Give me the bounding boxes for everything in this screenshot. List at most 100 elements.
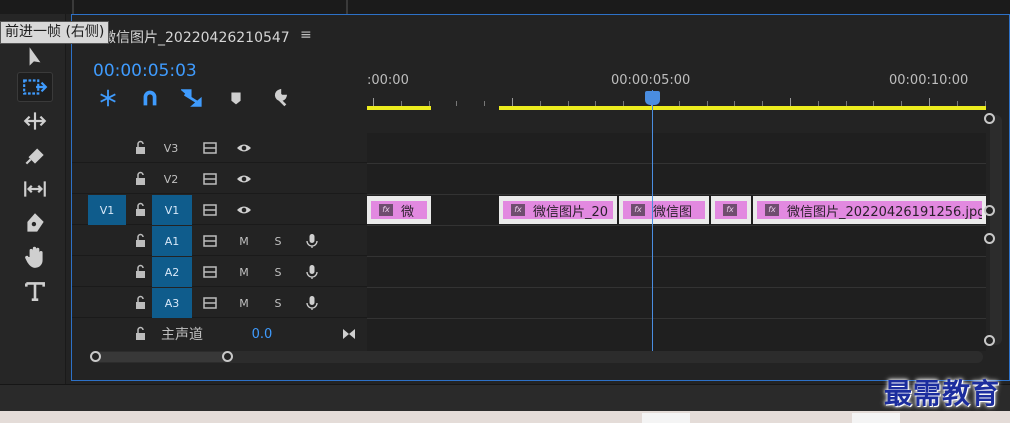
scroll-thumb[interactable] — [94, 352, 230, 362]
vertical-scrollbar-video[interactable] — [990, 115, 1002, 345]
ruler-tick — [929, 98, 930, 106]
ruler-tick — [901, 101, 903, 106]
sync-lock-toggle[interactable] — [200, 133, 220, 163]
selection-tool[interactable] — [17, 42, 53, 72]
mute-button[interactable]: M — [234, 226, 254, 256]
strip-block — [642, 413, 690, 423]
scroll-knob[interactable] — [984, 205, 995, 216]
voiceover-record-button[interactable] — [302, 288, 322, 318]
lock-track-toggle[interactable] — [132, 288, 150, 318]
razor-icon — [25, 148, 44, 165]
timeline-settings-button[interactable] — [266, 87, 290, 109]
track-header-v3: V3 — [72, 133, 367, 163]
ruler-label: 00:00:10:00 — [889, 73, 969, 88]
sync-lock-toggle[interactable] — [200, 288, 220, 318]
ripple-edit-tool[interactable] — [17, 106, 53, 136]
fx-badge: fx — [765, 204, 779, 216]
video-clip[interactable]: fx 微 — [367, 196, 431, 224]
track-name[interactable]: V1 — [152, 195, 192, 225]
toggle-output-button[interactable] — [234, 133, 254, 163]
toggle-output-button[interactable] — [234, 164, 254, 194]
razor-tool[interactable] — [17, 140, 53, 170]
time-ruler[interactable]: :00:00 00:00:05:00 00:00:10:00 — [367, 65, 986, 110]
ruler-tick — [790, 98, 791, 106]
playhead-line[interactable] — [652, 90, 653, 352]
source-patch-v1[interactable]: V1 — [88, 195, 126, 225]
sync-lock-toggle[interactable] — [200, 195, 220, 225]
slip-tool[interactable] — [17, 174, 53, 204]
nest-toggle-button[interactable] — [96, 87, 120, 109]
track-name[interactable]: A3 — [152, 288, 192, 318]
lock-track-toggle[interactable] — [132, 195, 150, 225]
track-name[interactable]: V2 — [160, 164, 182, 194]
ruler-tick — [956, 101, 958, 106]
lock-track-toggle[interactable] — [132, 319, 150, 349]
lock-track-toggle[interactable] — [132, 133, 150, 163]
playhead-timecode[interactable]: 00:00:05:03 — [93, 61, 197, 81]
solo-button[interactable]: S — [268, 288, 288, 318]
work-area-bar[interactable] — [367, 106, 431, 110]
hand-tool[interactable] — [17, 242, 53, 272]
lock-track-toggle[interactable] — [132, 164, 150, 194]
mute-button[interactable]: M — [234, 288, 254, 318]
zoom-handle-left[interactable] — [90, 351, 101, 362]
film-icon — [203, 235, 217, 247]
video-clip[interactable]: fx — [711, 196, 751, 224]
ruler-tick — [734, 101, 736, 106]
microphone-icon — [306, 234, 318, 248]
toggle-output-button[interactable] — [234, 195, 254, 225]
video-clip[interactable]: fx 微信图 — [619, 196, 709, 224]
lock-track-toggle[interactable] — [132, 226, 150, 256]
linked-selection-icon — [181, 89, 202, 107]
ruler-tick — [400, 101, 402, 106]
scroll-knob[interactable] — [984, 335, 995, 346]
sequence-tab-title[interactable]: 微信图片_20220426210547 — [102, 27, 290, 47]
clip-name: 微信图片_20 — [533, 204, 609, 220]
track-area[interactable]: fx 微 fx 微信图片_20 fx 微信图 fx fx 微信图片_2022042619… — [367, 133, 986, 351]
scroll-knob[interactable] — [984, 233, 995, 244]
ripple-edit-icon — [23, 112, 47, 130]
track-select-forward-tool[interactable] — [17, 72, 53, 102]
video-clip[interactable]: fx 微信图片_20 — [499, 196, 617, 224]
eye-icon — [237, 206, 251, 214]
mute-button[interactable]: M — [234, 257, 254, 287]
panel-divider — [72, 0, 74, 14]
lock-open-icon — [136, 264, 145, 278]
fx-badge: fx — [511, 204, 525, 216]
film-icon — [203, 266, 217, 278]
solo-button[interactable]: S — [268, 226, 288, 256]
track-headers: V3 V2 V1 V1 A1 M S A2 M S A3 M S 主声道 0.0 — [72, 133, 367, 351]
work-area-bar[interactable] — [499, 106, 986, 110]
master-volume-value[interactable]: 0.0 — [244, 319, 280, 349]
lock-open-icon — [136, 202, 145, 216]
track-select-forward-icon — [23, 79, 48, 95]
sync-lock-toggle[interactable] — [200, 226, 220, 256]
microphone-icon — [306, 296, 318, 310]
solo-button[interactable]: S — [268, 257, 288, 287]
track-name[interactable]: V3 — [160, 133, 182, 163]
playhead-handle[interactable] — [645, 91, 660, 105]
snap-button[interactable] — [138, 87, 162, 109]
panel-divider — [346, 0, 348, 14]
sync-lock-toggle[interactable] — [200, 164, 220, 194]
lock-track-toggle[interactable] — [132, 257, 150, 287]
track-name[interactable]: A1 — [152, 226, 192, 256]
type-tool[interactable] — [17, 276, 53, 306]
linked-selection-button[interactable] — [180, 87, 204, 109]
fx-badge: fx — [723, 204, 737, 216]
add-marker-button[interactable] — [224, 87, 248, 109]
master-meter-toggle[interactable] — [338, 319, 360, 349]
track-name[interactable]: A2 — [152, 257, 192, 287]
pen-tool[interactable] — [17, 208, 53, 238]
lock-open-icon — [136, 326, 145, 340]
ruler-tick — [845, 101, 847, 106]
microphone-icon — [306, 265, 318, 279]
video-clip[interactable]: fx 微信图片_20220426191256.jpg — [753, 196, 986, 224]
zoom-handle-right[interactable] — [222, 351, 233, 362]
voiceover-record-button[interactable] — [302, 257, 322, 287]
panel-menu-icon[interactable]: ≡ — [300, 27, 312, 43]
voiceover-record-button[interactable] — [302, 226, 322, 256]
watermark-logo: 最需教育 — [883, 377, 1000, 410]
sync-lock-toggle[interactable] — [200, 257, 220, 287]
scroll-knob[interactable] — [984, 113, 995, 124]
